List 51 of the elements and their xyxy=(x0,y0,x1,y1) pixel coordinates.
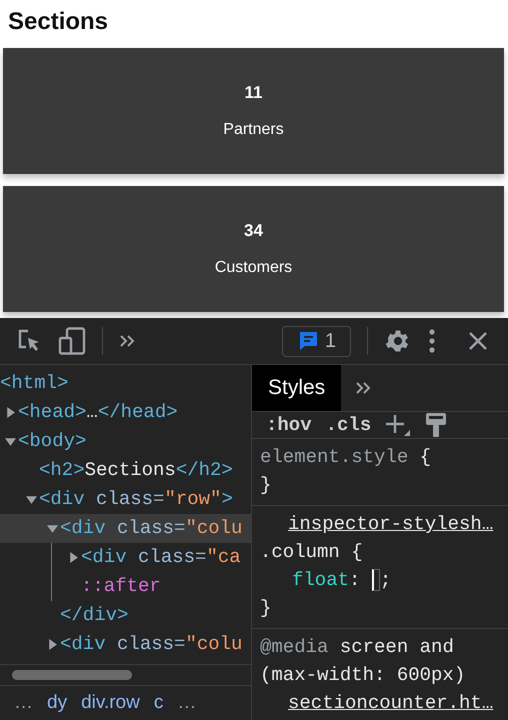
breadcrumb-item[interactable]: … xyxy=(177,692,196,714)
page-heading: Sections xyxy=(8,8,110,36)
expanded-arrow-icon[interactable] xyxy=(5,436,16,447)
dom-node[interactable]: <html> xyxy=(0,369,251,398)
source-link[interactable]: sectioncounter.ht… xyxy=(288,689,494,717)
css-text: { xyxy=(418,445,432,470)
css-text: float xyxy=(292,568,350,593)
css-text: } xyxy=(260,473,272,498)
dom-node[interactable]: <div class="ca xyxy=(0,543,251,572)
dom-node[interactable]: <div class="colu xyxy=(0,630,251,659)
breadcrumb-item[interactable]: … xyxy=(14,692,33,714)
dom-node[interactable]: <body> xyxy=(0,427,251,456)
paint-roller-icon[interactable] xyxy=(425,412,448,438)
dom-node[interactable]: <h2>Sections</h2> xyxy=(0,456,251,485)
css-text: : xyxy=(349,568,362,593)
dom-node[interactable]: <div class="colu xyxy=(0,514,251,543)
class-toggle[interactable]: .cls xyxy=(326,414,372,436)
css-text: element.style xyxy=(260,445,408,470)
hover-state-toggle[interactable]: :hov xyxy=(266,414,312,436)
issues-button[interactable]: 1 xyxy=(282,326,351,356)
breadcrumb-item[interactable]: div.row xyxy=(81,692,140,714)
expanded-arrow-icon[interactable] xyxy=(26,494,37,505)
css-text: @media xyxy=(260,635,328,660)
dom-node[interactable]: <head>…</head> xyxy=(0,398,251,427)
expanded-arrow-icon[interactable] xyxy=(47,523,58,534)
css-text: screen and xyxy=(338,635,454,660)
text-cursor[interactable] xyxy=(372,569,380,591)
breadcrumb-item[interactable]: c xyxy=(154,692,164,714)
css-text: } xyxy=(260,596,272,621)
styles-tab[interactable]: Styles xyxy=(252,365,342,411)
scrollbar-thumb[interactable] xyxy=(12,670,132,680)
source-link[interactable]: inspector-stylesh… xyxy=(288,510,494,538)
closing-tag[interactable]: </div> xyxy=(0,601,251,630)
menu-icon[interactable] xyxy=(428,328,436,354)
counter-label: Customers xyxy=(214,259,292,277)
dom-node[interactable]: ::after xyxy=(0,572,251,601)
device-icon[interactable] xyxy=(58,327,86,355)
close-icon[interactable] xyxy=(468,331,488,351)
add-rule-icon[interactable] xyxy=(385,413,412,437)
counter-number: 34 xyxy=(244,221,263,241)
css-text: ; xyxy=(380,568,392,593)
counter-number: 11 xyxy=(244,83,262,103)
breadcrumb-item[interactable]: dy xyxy=(47,692,68,714)
collapsed-arrow-icon[interactable] xyxy=(47,639,58,650)
counter-label: Partners xyxy=(223,121,284,139)
collapsed-arrow-icon[interactable] xyxy=(5,407,16,418)
collapsed-arrow-icon[interactable] xyxy=(68,552,79,563)
more-tools-icon[interactable] xyxy=(119,334,137,348)
dom-node[interactable]: <div class="row"> xyxy=(0,485,251,514)
css-text: .column { xyxy=(260,540,363,565)
css-text: (max-width: 600px) xyxy=(260,663,466,688)
